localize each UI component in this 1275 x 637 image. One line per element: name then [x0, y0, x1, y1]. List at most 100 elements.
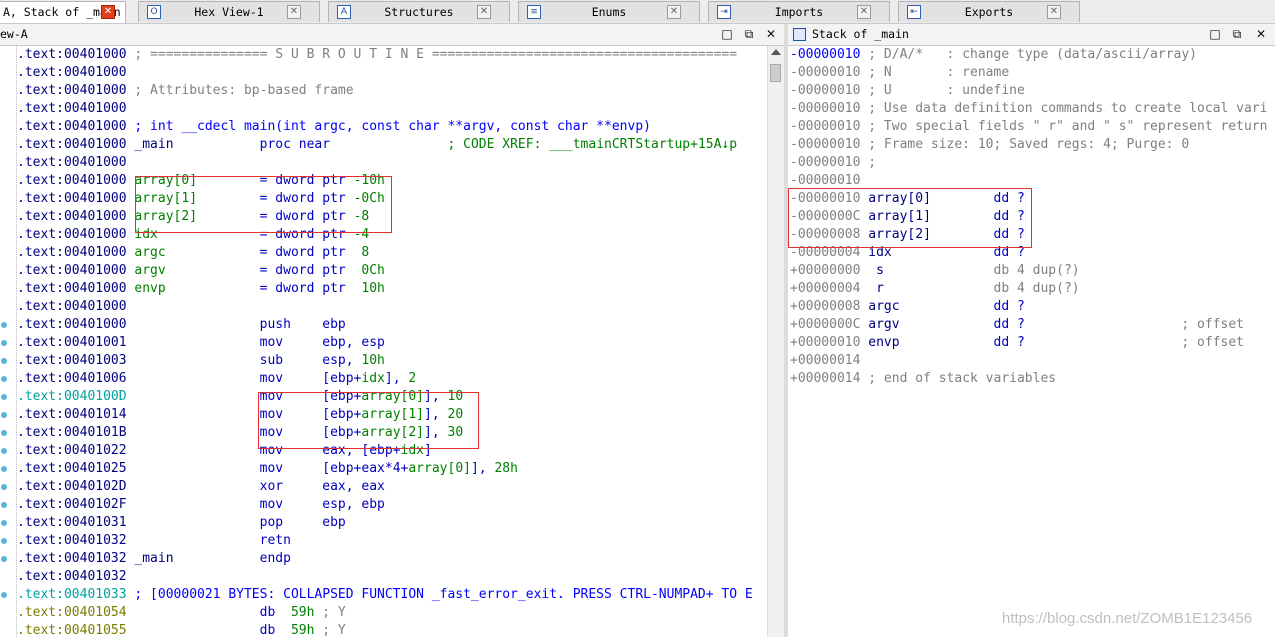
disassembly-listing[interactable]: .text:00401000 ; =============== S U B R…	[17, 46, 767, 637]
code-line[interactable]: .text:00401006 mov [ebp+idx], 2	[17, 370, 767, 388]
code-line[interactable]: .text:00401054 db 59h ; Y	[17, 604, 767, 622]
close-icon[interactable]: ✕	[1254, 27, 1268, 41]
breakpoint-dot-icon[interactable]	[1, 430, 7, 436]
code-line[interactable]: -00000010 array[0] dd ?	[790, 190, 1275, 208]
breakpoint-dot-icon[interactable]	[1, 556, 7, 562]
maximize-icon[interactable]: ⧉	[1230, 27, 1244, 41]
tab-close-icon[interactable]: ✕	[101, 5, 115, 19]
code-line[interactable]: .text:00401000 push ebp	[17, 316, 767, 334]
breakpoint-dot-icon[interactable]	[1, 322, 7, 328]
code-line[interactable]: .text:00401000 argc = dword ptr 8	[17, 244, 767, 262]
tab-structures[interactable]: A Structures ✕	[328, 1, 510, 22]
breakpoint-dot-icon[interactable]	[1, 466, 7, 472]
code-line[interactable]: -00000010	[790, 172, 1275, 190]
tab-close-icon[interactable]: ✕	[857, 5, 871, 19]
code-line[interactable]: -00000010 ; D/A/* : change type (data/as…	[790, 46, 1275, 64]
vertical-scrollbar[interactable]	[767, 46, 784, 637]
code-token: array[0]	[408, 461, 471, 476]
code-line[interactable]: .text:0040102D xor eax, eax	[17, 478, 767, 496]
tab-exports[interactable]: ⇤ Exports ✕	[898, 1, 1080, 22]
stack-frame-listing[interactable]: -00000010 ; D/A/* : change type (data/as…	[790, 46, 1275, 637]
code-line[interactable]: .text:00401033 ; [00000021 BYTES: COLLAP…	[17, 586, 767, 604]
code-line[interactable]: +00000014	[790, 352, 1275, 370]
disassembly-panel: ew-A □ ⧉ ✕ .text:00401000 ; ============…	[0, 24, 784, 637]
code-line[interactable]: .text:00401014 mov [ebp+array[1]], 20	[17, 406, 767, 424]
tab-a-stack-of-main[interactable]: A, Stack of _main ✕	[0, 1, 126, 23]
maximize-icon[interactable]: ⧉	[742, 27, 756, 41]
code-line[interactable]: .text:00401000	[17, 100, 767, 118]
tab-hex-view-1[interactable]: O Hex View-1 ✕	[138, 1, 320, 22]
code-line[interactable]: +0000000C argv dd ? ; offset	[790, 316, 1275, 334]
tab-imports[interactable]: ⇥ Imports ✕	[708, 1, 890, 22]
code-line[interactable]: .text:00401031 pop ebp	[17, 514, 767, 532]
code-token: = dword ptr	[197, 209, 354, 224]
code-line[interactable]: .text:0040101B mov [ebp+array[2]], 30	[17, 424, 767, 442]
code-line[interactable]: .text:00401000 array[0] = dword ptr -10h	[17, 172, 767, 190]
code-line[interactable]: .text:00401000 _main proc near ; CODE XR…	[17, 136, 767, 154]
breakpoint-dot-icon[interactable]	[1, 592, 7, 598]
code-line[interactable]: .text:00401025 mov [ebp+eax*4+array[0]],…	[17, 460, 767, 478]
code-line[interactable]: .text:00401000	[17, 64, 767, 82]
breakpoint-dot-icon[interactable]	[1, 520, 7, 526]
code-line[interactable]: -00000010 ;	[790, 154, 1275, 172]
code-line[interactable]: +00000004 r db 4 dup(?)	[790, 280, 1275, 298]
code-line[interactable]: .text:00401000 array[2] = dword ptr -8	[17, 208, 767, 226]
code-line[interactable]: -00000010 ; Two special fields " r" and …	[790, 118, 1275, 136]
breakpoint-dot-icon[interactable]	[1, 376, 7, 382]
breakpoint-dot-icon[interactable]	[1, 358, 7, 364]
breakpoint-gutter[interactable]	[0, 46, 17, 637]
code-line[interactable]: +00000010 envp dd ? ; offset	[790, 334, 1275, 352]
code-token: ; CODE XREF: ___tmainCRTStartup+15A↓p	[330, 137, 738, 152]
code-line[interactable]: -00000010 ; Use data definition commands…	[790, 100, 1275, 118]
code-line[interactable]: .text:00401000 envp = dword ptr 10h	[17, 280, 767, 298]
code-line[interactable]: +00000000 s db 4 dup(?)	[790, 262, 1275, 280]
tab-close-icon[interactable]: ✕	[477, 5, 491, 19]
code-line[interactable]: .text:00401032	[17, 568, 767, 586]
breakpoint-dot-icon[interactable]	[1, 484, 7, 490]
code-line[interactable]: .text:00401000 array[1] = dword ptr -0Ch	[17, 190, 767, 208]
breakpoint-dot-icon[interactable]	[1, 340, 7, 346]
code-line[interactable]: .text:00401000 argv = dword ptr 0Ch	[17, 262, 767, 280]
code-token: array[0]	[361, 389, 425, 404]
tab-close-icon[interactable]: ✕	[1047, 5, 1061, 19]
code-line[interactable]: -00000010 ; N : rename	[790, 64, 1275, 82]
breakpoint-dot-icon[interactable]	[1, 502, 7, 508]
code-line[interactable]: .text:00401003 sub esp, 10h	[17, 352, 767, 370]
scroll-thumb[interactable]	[770, 64, 781, 82]
breakpoint-dot-icon[interactable]	[1, 412, 7, 418]
code-line[interactable]: -00000010 ; U : undefine	[790, 82, 1275, 100]
code-line[interactable]: .text:00401000	[17, 298, 767, 316]
breakpoint-dot-icon[interactable]	[1, 538, 7, 544]
code-line[interactable]: .text:00401032 retn	[17, 532, 767, 550]
tab-close-icon[interactable]: ✕	[287, 5, 301, 19]
code-line[interactable]: .text:00401000 ; int __cdecl main(int ar…	[17, 118, 767, 136]
tab-enums[interactable]: ≡ Enums ✕	[518, 1, 700, 22]
code-line[interactable]: .text:00401000 idx = dword ptr -4	[17, 226, 767, 244]
code-token: mov esp, ebp	[259, 497, 385, 512]
tab-close-icon[interactable]: ✕	[667, 5, 681, 19]
restore-icon[interactable]: □	[1208, 27, 1222, 41]
code-line[interactable]: .text:0040100D mov [ebp+array[0]], 10	[17, 388, 767, 406]
code-token: -00000010	[790, 47, 869, 62]
close-icon[interactable]: ✕	[764, 27, 778, 41]
code-line[interactable]: .text:0040102F mov esp, ebp	[17, 496, 767, 514]
code-line[interactable]: .text:00401000	[17, 154, 767, 172]
code-line[interactable]: +00000014 ; end of stack variables	[790, 370, 1275, 388]
scroll-up-icon[interactable]	[771, 49, 781, 55]
code-line[interactable]: -0000000C array[1] dd ?	[790, 208, 1275, 226]
code-line[interactable]: -00000008 array[2] dd ?	[790, 226, 1275, 244]
code-line[interactable]: .text:00401022 mov eax, [ebp+idx]	[17, 442, 767, 460]
code-token: .text:0040102D	[17, 479, 260, 494]
code-line[interactable]: .text:00401001 mov ebp, esp	[17, 334, 767, 352]
code-line[interactable]: .text:00401032 _main endp	[17, 550, 767, 568]
code-line[interactable]: +00000008 argc dd ?	[790, 298, 1275, 316]
code-line[interactable]: -00000010 ; Frame size: 10; Saved regs: …	[790, 136, 1275, 154]
code-token: +00000000	[790, 263, 869, 278]
breakpoint-dot-icon[interactable]	[1, 448, 7, 454]
code-line[interactable]: -00000004 idx dd ?	[790, 244, 1275, 262]
code-line[interactable]: .text:00401000 ; Attributes: bp-based fr…	[17, 82, 767, 100]
restore-icon[interactable]: □	[720, 27, 734, 41]
code-line[interactable]: .text:00401055 db 59h ; Y	[17, 622, 767, 637]
code-line[interactable]: .text:00401000 ; =============== S U B R…	[17, 46, 767, 64]
breakpoint-dot-icon[interactable]	[1, 394, 7, 400]
